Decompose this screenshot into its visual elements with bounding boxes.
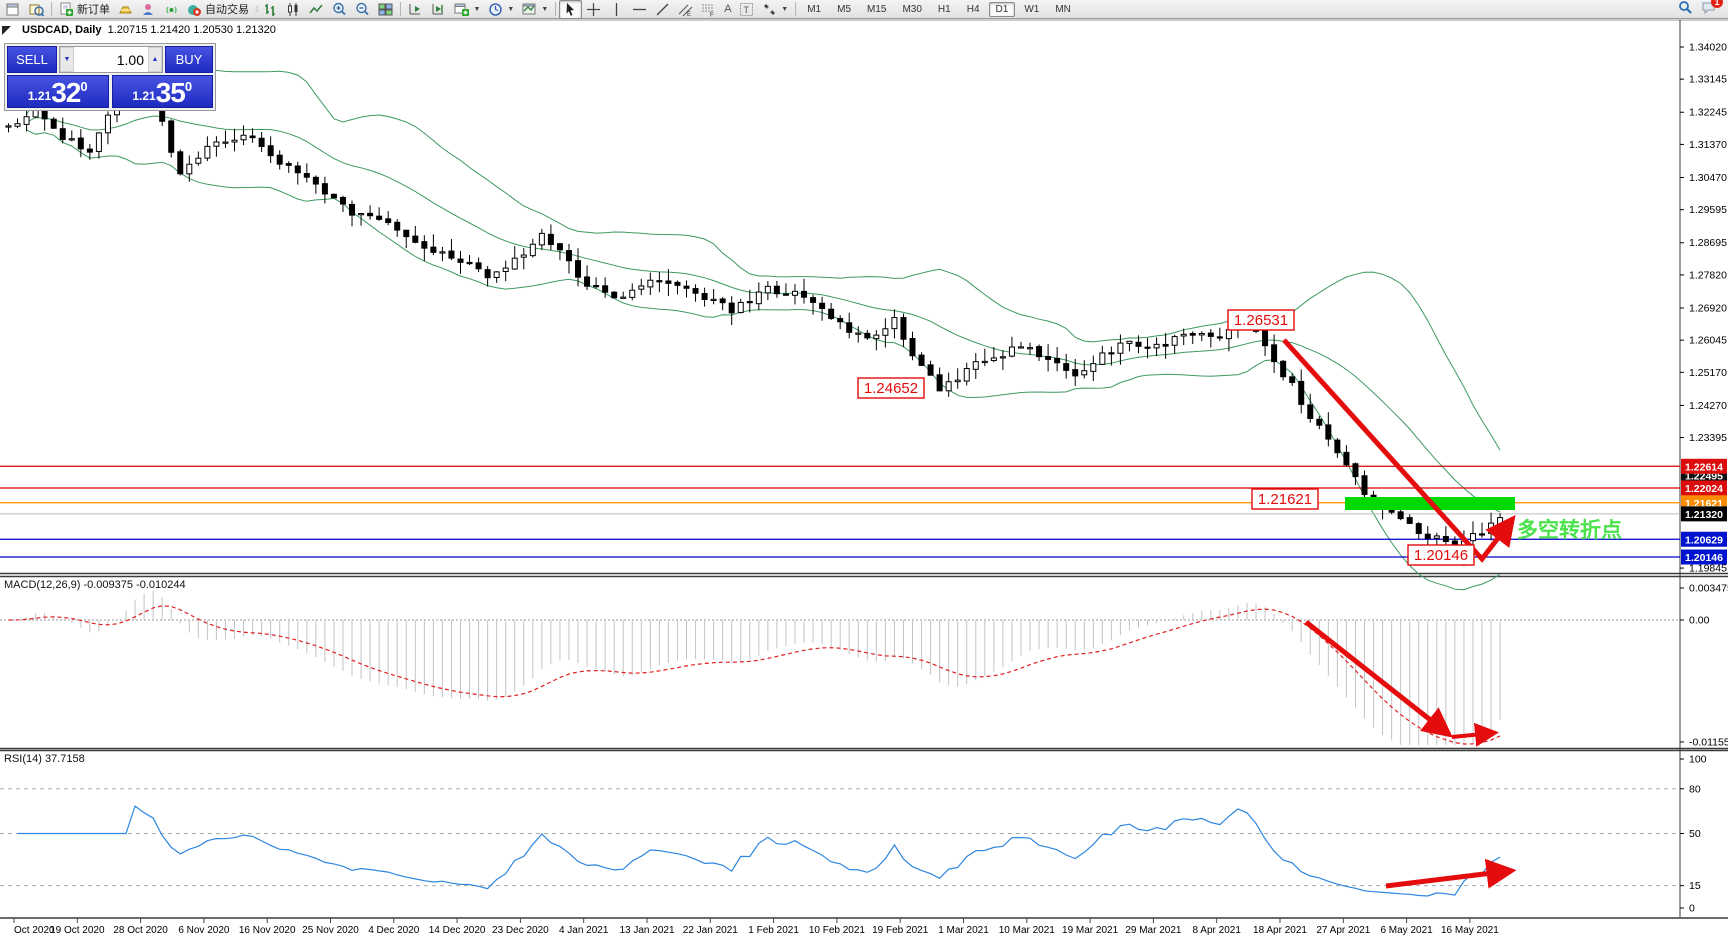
svg-text:13 Jan 2021: 13 Jan 2021: [619, 925, 674, 936]
svg-text:6 May 2021: 6 May 2021: [1380, 925, 1433, 936]
svg-text:1.31370: 1.31370: [1689, 139, 1727, 151]
svg-text:1.26045: 1.26045: [1689, 335, 1727, 347]
buy-price-sup: 0: [184, 79, 193, 94]
svg-text:1.29595: 1.29595: [1689, 204, 1727, 216]
svg-text:1.20629: 1.20629: [1685, 534, 1723, 546]
svg-text:1.20146: 1.20146: [1414, 547, 1468, 564]
sell-price-prefix: 1.21: [27, 89, 52, 103]
svg-text:1.28695: 1.28695: [1689, 237, 1727, 249]
svg-text:1.24270: 1.24270: [1689, 400, 1727, 412]
svg-text:1.26920: 1.26920: [1689, 302, 1727, 314]
buy-price-box[interactable]: 1.21 35 0: [111, 75, 213, 108]
svg-text:16 May 2021: 16 May 2021: [1441, 925, 1499, 936]
svg-text:4 Dec 2020: 4 Dec 2020: [368, 925, 420, 936]
svg-text:1.22024: 1.22024: [1685, 483, 1723, 495]
mt4-window: 新订单 自动交易 ⁞⁞ ▼ ▼ ▼ E F A T ▼ M1 M5 M15 M3…: [0, 0, 1728, 939]
symbol-period-label: USDCAD, Daily: [22, 24, 102, 36]
svg-text:4 Jan 2021: 4 Jan 2021: [559, 925, 609, 936]
svg-text:19 Mar 2021: 19 Mar 2021: [1062, 925, 1119, 936]
macd-label: MACD(12,26,9) -0.009375 -0.010244: [4, 579, 186, 591]
svg-text:1.27820: 1.27820: [1689, 269, 1727, 281]
buy-price-big: 35: [155, 77, 186, 108]
svg-text:14 Dec 2020: 14 Dec 2020: [429, 925, 486, 936]
svg-text:16 Nov 2020: 16 Nov 2020: [239, 925, 296, 936]
svg-text:1.21621: 1.21621: [1258, 491, 1312, 508]
svg-text:1 Feb 2021: 1 Feb 2021: [748, 925, 799, 936]
sell-button[interactable]: SELL: [7, 46, 57, 73]
svg-text:15: 15: [1689, 880, 1701, 892]
volume-increase-button[interactable]: ▲: [148, 47, 162, 72]
svg-text:0: 0: [1689, 903, 1695, 915]
svg-text:27 Apr 2021: 27 Apr 2021: [1316, 925, 1370, 936]
main-chart-canvas[interactable]: 多空转折点 1.26531 1.24652 1.21621 1.20146 1.34020…: [0, 0, 1728, 939]
svg-text:1.21320: 1.21320: [1685, 509, 1723, 521]
svg-text:1.23395: 1.23395: [1689, 432, 1727, 444]
svg-text:1.33145: 1.33145: [1689, 74, 1727, 86]
svg-text:22 Jan 2021: 22 Jan 2021: [683, 925, 738, 936]
volume-input[interactable]: [74, 47, 148, 72]
svg-text:80: 80: [1689, 783, 1701, 795]
svg-text:50: 50: [1689, 828, 1701, 840]
svg-text:1.30470: 1.30470: [1689, 172, 1727, 184]
sell-price-box[interactable]: 1.21 32 0: [7, 75, 109, 108]
chart-title: USDCAD, Daily 1.20715 1.21420 1.20530 1.…: [22, 24, 276, 36]
svg-text:Oct 2020: Oct 2020: [14, 925, 55, 936]
rsi-label: RSI(14) 37.7158: [4, 753, 85, 765]
svg-text:29 Mar 2021: 29 Mar 2021: [1125, 925, 1182, 936]
svg-text:6 Nov 2020: 6 Nov 2020: [178, 925, 230, 936]
volume-decrease-button[interactable]: ▼: [60, 47, 74, 72]
svg-text:-0.01155: -0.01155: [1689, 736, 1728, 748]
svg-text:0.003475: 0.003475: [1689, 583, 1728, 595]
one-click-trading-panel: SELL ▼ ▲ BUY 1.21320 1.21350: [4, 43, 216, 111]
panel-collapse-arrow[interactable]: [2, 26, 11, 35]
svg-text:18 Apr 2021: 18 Apr 2021: [1253, 925, 1307, 936]
svg-text:10 Mar 2021: 10 Mar 2021: [999, 925, 1056, 936]
svg-text:1.20146: 1.20146: [1685, 552, 1723, 564]
svg-text:1.34020: 1.34020: [1689, 42, 1727, 54]
svg-text:100: 100: [1689, 754, 1707, 766]
buy-price-prefix: 1.21: [132, 89, 156, 103]
svg-text:19 Feb 2021: 19 Feb 2021: [872, 925, 929, 936]
svg-text:8 Apr 2021: 8 Apr 2021: [1193, 925, 1242, 936]
sell-price-sup: 0: [80, 79, 88, 94]
svg-text:1 Mar 2021: 1 Mar 2021: [938, 925, 989, 936]
svg-text:0.00: 0.00: [1689, 615, 1710, 627]
svg-text:23 Dec 2020: 23 Dec 2020: [492, 925, 549, 936]
buy-button[interactable]: BUY: [165, 46, 213, 73]
svg-text:1.22614: 1.22614: [1685, 461, 1723, 473]
svg-text:1.32245: 1.32245: [1689, 107, 1727, 119]
svg-text:10 Feb 2021: 10 Feb 2021: [809, 925, 866, 936]
turning-point-label: 多空转折点: [1517, 518, 1622, 542]
svg-text:28 Oct 2020: 28 Oct 2020: [113, 925, 168, 936]
ohlc-quote-label: 1.20715 1.21420 1.20530 1.21320: [107, 24, 276, 36]
svg-text:19 Oct 2020: 19 Oct 2020: [50, 925, 105, 936]
svg-text:1.26531: 1.26531: [1234, 312, 1288, 329]
svg-text:25 Nov 2020: 25 Nov 2020: [302, 925, 359, 936]
svg-text:1.24652: 1.24652: [864, 380, 918, 397]
volume-stepper: ▼ ▲: [59, 46, 163, 73]
sell-price-big: 32: [51, 77, 81, 108]
svg-text:1.25170: 1.25170: [1689, 367, 1727, 379]
